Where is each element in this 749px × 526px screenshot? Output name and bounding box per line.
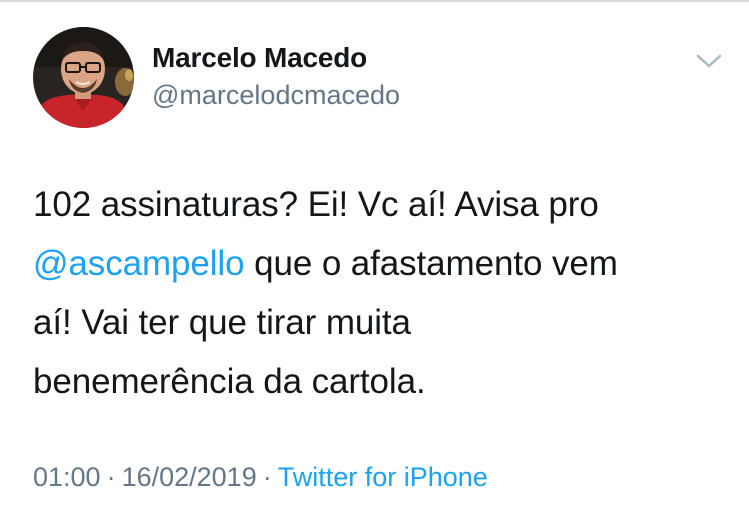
tweet-line: benemerência da cartola. [33,362,426,401]
meta-separator: · [262,462,272,492]
tweet-metadata: 01:00 · 16/02/2019 · Twitter for iPhone [33,462,488,493]
avatar[interactable] [33,27,134,128]
user-display-name[interactable]: Marcelo Macedo [152,42,367,74]
mention-link[interactable]: @ascampello [33,244,245,283]
user-handle[interactable]: @marcelodcmacedo [152,80,400,111]
tweet-text: 102 assinaturas? Ei! Vc aí! Avisa pro @a… [33,175,723,411]
tweet-source-link[interactable]: Twitter for iPhone [278,462,488,492]
tweet-line: aí! Vai ter que tirar muita [33,303,411,342]
chevron-down-icon[interactable] [695,51,723,71]
tweet-date[interactable]: 16/02/2019 [122,462,257,492]
tweet-line: 102 assinaturas? Ei! Vc aí! Avisa pro [33,185,599,224]
tweet-line: @ascampello que o afastamento vem [33,234,723,293]
avatar-photo [33,27,134,128]
tweet-time[interactable]: 01:00 [33,462,101,492]
tweet-card: Marcelo Macedo @marcelodcmacedo 102 assi… [0,0,749,526]
tweet-line-text: que o afastamento vem [244,244,618,283]
meta-separator: · [106,462,116,492]
